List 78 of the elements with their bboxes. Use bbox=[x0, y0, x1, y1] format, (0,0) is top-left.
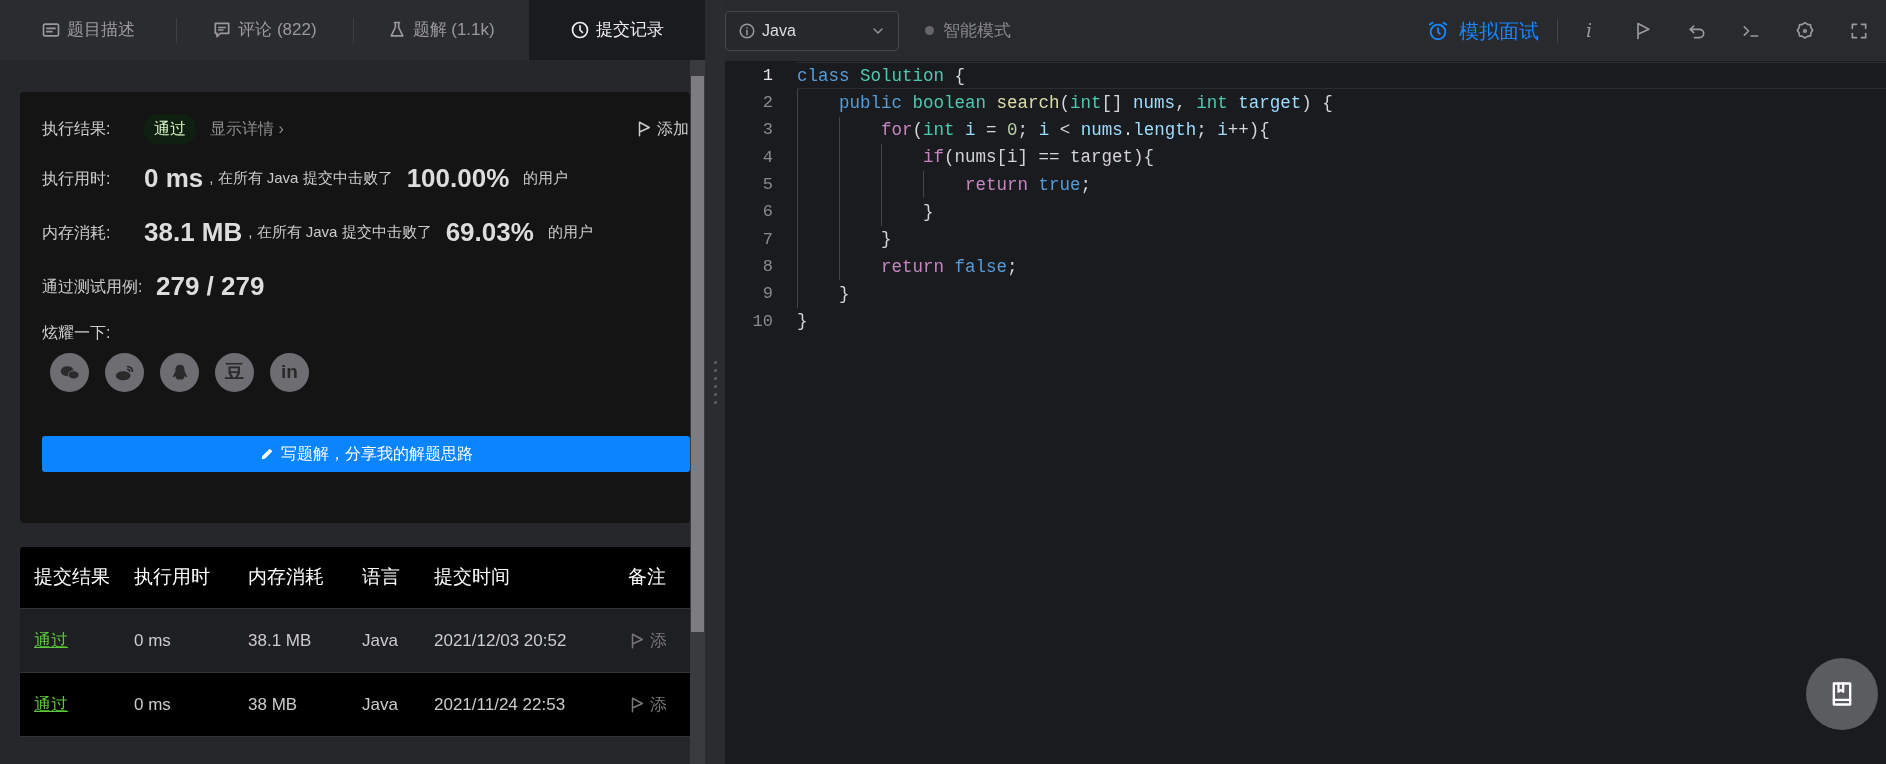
code-line: } bbox=[797, 310, 809, 334]
metric-text: 的用户 bbox=[547, 222, 593, 243]
code-line: for(int i = 0; i < nums.length; i++){ bbox=[797, 116, 1886, 144]
line-number: 9 bbox=[761, 283, 773, 306]
line-number: 7 bbox=[761, 228, 773, 251]
add-note-button[interactable]: 添 bbox=[628, 691, 678, 718]
line-number: 1 bbox=[761, 64, 773, 87]
field-label: 通过测试用例: bbox=[42, 276, 142, 297]
field-label: 炫耀一下: bbox=[42, 323, 112, 343]
column-header: 内存消耗 bbox=[248, 565, 325, 590]
code-line: if(nums[i] == target){ bbox=[797, 143, 1886, 172]
comment-icon bbox=[212, 20, 233, 40]
info-icon bbox=[738, 21, 756, 40]
add-note-button[interactable]: 添 bbox=[628, 627, 678, 654]
column-header: 执行用时 bbox=[134, 565, 211, 590]
code-line: public boolean search(int[] nums, int target) { bbox=[797, 89, 1886, 117]
table-cell-text: 2021/11/24 22:53 bbox=[434, 693, 567, 716]
line-number: 3 bbox=[761, 119, 773, 142]
result-link[interactable]: 通过 bbox=[20, 627, 134, 654]
line-number: 4 bbox=[761, 146, 773, 169]
table-cell-text: 38.1 MB bbox=[248, 629, 313, 652]
share-button[interactable]: 豆 bbox=[215, 353, 254, 392]
table-cell-text: 2021/12/03 20:52 bbox=[434, 629, 568, 652]
mock-interview-button[interactable]: 模拟面试 bbox=[1421, 14, 1545, 47]
share-button[interactable] bbox=[105, 353, 144, 392]
percent-value: 69.03% bbox=[445, 216, 534, 249]
column-header: 备注 bbox=[628, 565, 667, 590]
table-cell-text: 0 ms bbox=[134, 693, 172, 716]
document-icon bbox=[41, 20, 62, 40]
field-label: 执行结果: bbox=[42, 119, 112, 139]
code-line: class Solution { bbox=[797, 62, 1886, 90]
status-badge: 通过 bbox=[144, 114, 196, 144]
add-note-button[interactable]: 添加 bbox=[634, 116, 690, 142]
line-number: 2 bbox=[761, 92, 773, 115]
tab[interactable]: 评论 (822) bbox=[176, 0, 353, 60]
smart-mode-toggle[interactable]: 智能模式 bbox=[919, 16, 1017, 45]
line-number: 8 bbox=[761, 255, 773, 278]
settings-icon bbox=[1795, 20, 1815, 41]
splitter-handle[interactable] bbox=[705, 0, 725, 764]
clock-icon bbox=[569, 20, 590, 40]
percent-value: 100.00% bbox=[406, 162, 510, 195]
metric-value: 38.1 MB bbox=[144, 216, 243, 249]
column-header: 提交时间 bbox=[434, 565, 511, 590]
tab[interactable]: 题解 (1.1k) bbox=[352, 0, 529, 60]
info-button[interactable]: i bbox=[1562, 10, 1616, 51]
share-button[interactable]: in bbox=[270, 353, 309, 392]
metric-text: , 在所有 Java 提交中击败了 bbox=[209, 168, 393, 189]
line-number: 6 bbox=[761, 201, 773, 224]
share-button[interactable] bbox=[50, 353, 89, 392]
table-cell-text: Java bbox=[362, 629, 399, 652]
table-cell-text: Java bbox=[362, 693, 399, 716]
metric-value: 0 ms bbox=[144, 162, 204, 195]
share-button[interactable] bbox=[160, 353, 199, 392]
result-link[interactable]: 通过 bbox=[20, 691, 134, 718]
tab[interactable]: 题目描述 bbox=[0, 0, 177, 60]
column-header: 语言 bbox=[362, 565, 401, 590]
table-cell-text: 0 ms bbox=[134, 629, 172, 652]
field-label: 执行用时: bbox=[42, 168, 112, 189]
tab[interactable]: 提交记录 bbox=[528, 0, 705, 60]
code-line: } bbox=[797, 198, 1886, 226]
line-number: 10 bbox=[751, 310, 773, 333]
metric-text: 的用户 bbox=[523, 168, 569, 189]
pencil-icon bbox=[259, 446, 275, 462]
alarm-clock-icon bbox=[1427, 19, 1449, 42]
column-header: 提交结果 bbox=[33, 565, 111, 590]
language-select[interactable]: Java bbox=[725, 10, 899, 51]
details-link[interactable]: 显示详情 › bbox=[210, 117, 284, 141]
table-cell-text: 38 MB bbox=[248, 693, 299, 716]
test-case-count: 279 / 279 bbox=[156, 270, 265, 303]
metric-text: , 在所有 Java 提交中击败了 bbox=[248, 222, 432, 243]
line-number: 5 bbox=[761, 174, 773, 197]
code-line: } bbox=[797, 280, 1886, 308]
field-label: 内存消耗: bbox=[42, 222, 112, 243]
scrollbar[interactable] bbox=[690, 60, 705, 764]
write-solution-button[interactable]: 写题解，分享我的解题思路 bbox=[42, 436, 690, 472]
code-line: return false; bbox=[797, 253, 1886, 281]
code-line: return true; bbox=[797, 171, 1886, 199]
code-line: } bbox=[797, 225, 1886, 254]
